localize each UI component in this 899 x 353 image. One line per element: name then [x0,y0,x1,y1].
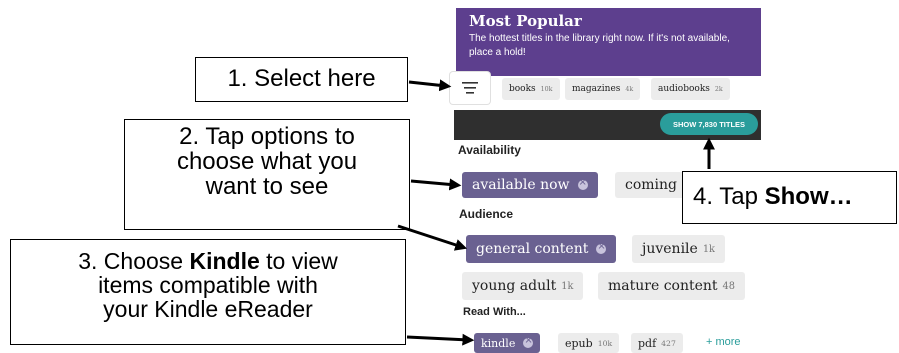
callout-arrows [397,79,715,346]
arrow-to-available-now [410,178,462,191]
arrow-to-filter-icon [408,79,452,92]
arrow-to-kindle [406,333,475,346]
arrow-to-general-content [397,224,468,251]
